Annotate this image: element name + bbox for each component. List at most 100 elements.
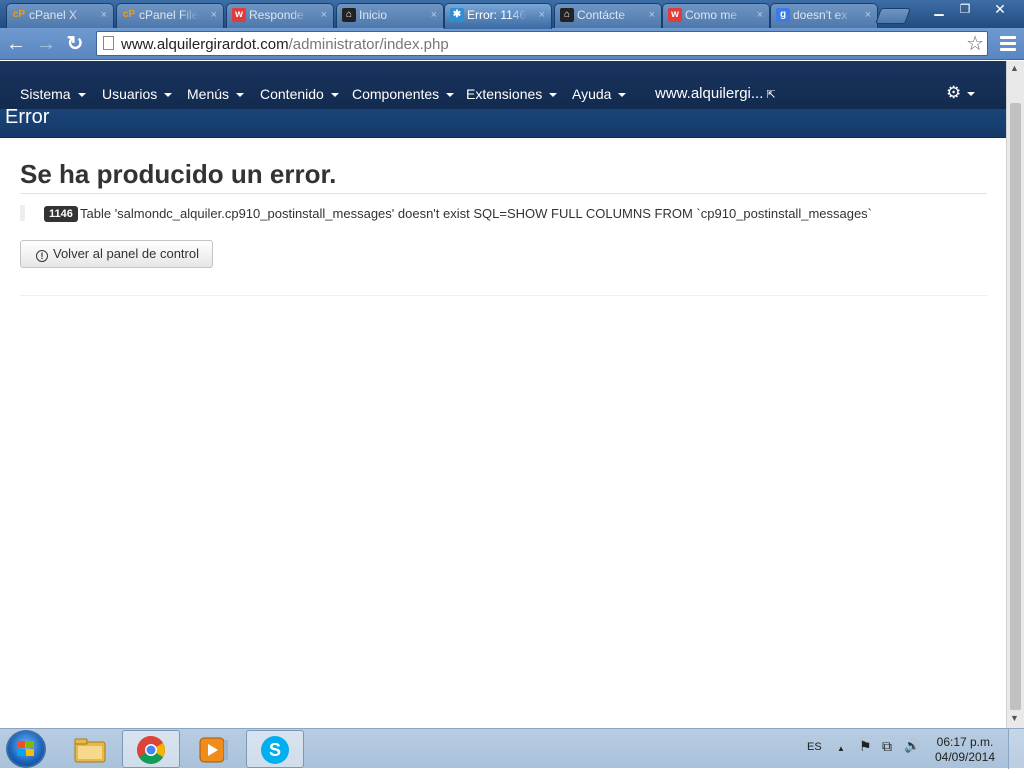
- show-hidden-icons-icon[interactable]: ▲: [837, 744, 845, 753]
- windows-taskbar: S ES ▲ ⚑ ⧉ 🔊 06:17 p.m. 04/09/2014: [0, 728, 1024, 769]
- caret-down-icon: [618, 93, 627, 98]
- chrome-taskbar-button[interactable]: [122, 730, 180, 768]
- chrome-menu-icon[interactable]: [998, 33, 1018, 55]
- tab-label: Inicio: [359, 8, 388, 22]
- nav-menu-componentes[interactable]: Componentes: [352, 86, 455, 102]
- page-scrollbar[interactable]: ▲ ▼: [1006, 61, 1024, 728]
- forward-arrow-icon[interactable]: →: [34, 32, 58, 56]
- tab-close-icon[interactable]: ×: [321, 4, 327, 26]
- browser-tab-strip: cP cPanel X × cP cPanel File × w Respond…: [0, 0, 1024, 29]
- divider: [20, 295, 987, 296]
- tab-label: doesn't ex: [793, 8, 848, 22]
- address-bar[interactable]: www.alquilergirardot.com/administrator/i…: [96, 31, 988, 56]
- google-favicon-icon: g: [776, 8, 790, 22]
- browser-tab[interactable]: cP cPanel X ×: [6, 3, 114, 28]
- clock-date: 04/09/2014: [934, 750, 996, 764]
- nav-menu-contenido[interactable]: Contenido: [260, 86, 339, 102]
- browser-tab[interactable]: ⌂ Inicio ×: [336, 3, 444, 28]
- volume-icon[interactable]: 🔊: [904, 738, 920, 754]
- nav-menu-ayuda[interactable]: Ayuda: [572, 86, 627, 102]
- tab-close-icon[interactable]: ×: [211, 4, 217, 26]
- nav-label: Componentes: [352, 86, 440, 102]
- browser-tab-active[interactable]: ✱ Error: 1146 ×: [444, 3, 552, 29]
- external-link-icon: ⇱: [766, 89, 776, 101]
- page-title: Error: [5, 106, 50, 128]
- browser-tab[interactable]: w Responde ×: [226, 3, 334, 28]
- browser-tab[interactable]: g doesn't ex ×: [770, 3, 878, 28]
- error-message: Table 'salmondc_alquiler.cp910_postinsta…: [80, 206, 873, 221]
- minimize-window-icon[interactable]: ▁: [926, 0, 952, 18]
- action-center-flag-icon[interactable]: ⚑: [859, 738, 872, 755]
- tab-label: Como me: [685, 8, 738, 22]
- windows-logo-icon: [17, 741, 35, 757]
- skype-icon: S: [261, 736, 289, 764]
- tab-label: Responde: [249, 8, 304, 22]
- gear-icon: ⚙: [946, 83, 962, 102]
- reload-icon[interactable]: ↻: [63, 32, 87, 56]
- restore-window-icon[interactable]: ❐: [952, 0, 978, 18]
- back-arrow-icon[interactable]: ←: [4, 32, 28, 56]
- nav-label: Contenido: [260, 86, 324, 102]
- tab-close-icon[interactable]: ×: [101, 4, 107, 26]
- caret-down-icon: [549, 93, 558, 98]
- browser-tab[interactable]: w Como me ×: [662, 3, 770, 28]
- url-text: www.alquilergirardot.com/administrator/i…: [121, 36, 449, 53]
- nav-menu-usuarios[interactable]: Usuarios: [102, 86, 173, 102]
- scrollbar-thumb[interactable]: [1010, 103, 1021, 710]
- tab-label: cPanel X: [29, 8, 78, 22]
- bookmark-star-icon[interactable]: ☆: [966, 31, 984, 56]
- start-button[interactable]: [6, 730, 46, 768]
- browser-tab[interactable]: ⌂ Contácte ×: [554, 3, 662, 28]
- clock-time: 06:17 p.m.: [936, 735, 994, 749]
- tab-close-icon[interactable]: ×: [431, 4, 437, 26]
- system-clock[interactable]: 06:17 p.m. 04/09/2014: [930, 735, 1000, 765]
- scroll-up-icon[interactable]: ▲: [1010, 63, 1019, 73]
- url-host: www.alquilergirardot.com: [121, 36, 289, 53]
- scroll-down-icon[interactable]: ▼: [1010, 713, 1019, 723]
- button-label: Volver al panel de control: [53, 246, 199, 261]
- caret-down-icon: [446, 93, 455, 98]
- caret-down-icon: [164, 93, 173, 98]
- tab-close-icon[interactable]: ×: [757, 4, 763, 26]
- browser-toolbar: ← → ↻ www.alquilergirardot.com/administr…: [0, 28, 1024, 60]
- caret-down-icon: [77, 93, 86, 98]
- nav-menu-sistema[interactable]: Sistema: [20, 86, 86, 102]
- media-player-icon: [199, 737, 228, 763]
- chrome-icon: [137, 736, 165, 764]
- nav-menu-extensiones[interactable]: Extensiones: [466, 86, 558, 102]
- nav-label: Sistema: [20, 86, 71, 102]
- network-icon[interactable]: ⧉: [882, 738, 892, 755]
- main-content: Se ha producido un error. 1146 Table 'sa…: [0, 138, 1006, 728]
- admin-navbar: Sistema Usuarios Menús Contenido Compone…: [0, 61, 1006, 109]
- site-preview-link[interactable]: www.alquilergi... ⇱: [655, 85, 776, 102]
- explorer-taskbar-button[interactable]: [60, 730, 118, 768]
- error-heading: Se ha producido un error.: [20, 159, 337, 189]
- nav-label: Menús: [187, 86, 230, 102]
- error-code-badge: 1146: [44, 206, 78, 222]
- user-settings-menu[interactable]: ⚙: [946, 83, 976, 103]
- language-indicator[interactable]: ES: [807, 741, 822, 753]
- caret-down-icon: [967, 91, 976, 96]
- tab-close-icon[interactable]: ×: [865, 4, 871, 26]
- divider: [20, 193, 987, 194]
- page-subheader: Error: [0, 106, 1006, 138]
- tab-close-icon[interactable]: ×: [649, 4, 655, 26]
- nav-label: Ayuda: [572, 86, 612, 102]
- caret-down-icon: [330, 93, 339, 98]
- cpanel-favicon-icon: cP: [12, 9, 26, 20]
- page-icon: [103, 36, 114, 50]
- nav-menu-menus[interactable]: Menús: [187, 86, 245, 102]
- folder-icon: [74, 738, 106, 763]
- back-to-control-panel-button[interactable]: ! Volver al panel de control: [20, 240, 213, 268]
- tab-close-icon[interactable]: ×: [539, 4, 545, 26]
- media-player-taskbar-button[interactable]: [184, 730, 242, 768]
- show-desktop-button[interactable]: [1008, 729, 1024, 769]
- home-favicon-icon: ⌂: [342, 8, 356, 22]
- browser-tab[interactable]: cP cPanel File ×: [116, 3, 224, 28]
- skype-taskbar-button[interactable]: S: [246, 730, 304, 768]
- cpanel-favicon-icon: cP: [122, 9, 136, 20]
- caret-down-icon: [236, 93, 245, 98]
- new-tab-button[interactable]: [875, 8, 911, 24]
- warning-circle-icon: !: [36, 250, 48, 262]
- close-window-icon[interactable]: ✕: [980, 0, 1020, 18]
